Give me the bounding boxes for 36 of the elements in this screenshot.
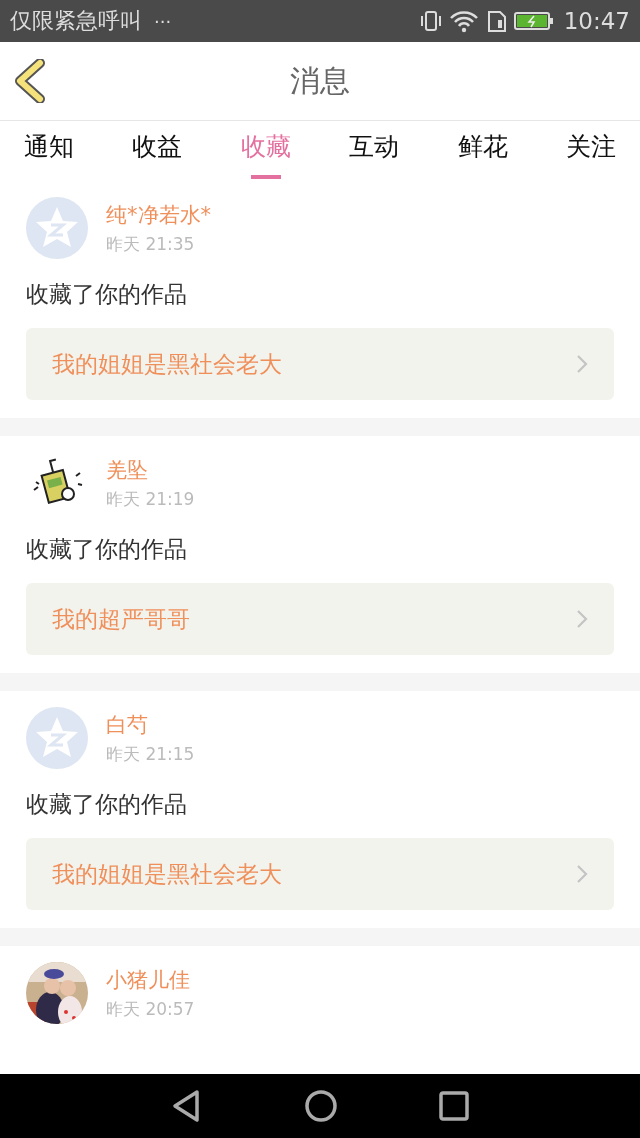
default-avatar-icon [26, 707, 88, 769]
chevron-right-icon [576, 354, 588, 374]
clock-text: 10:47 [563, 8, 630, 34]
tab[interactable]: 关注 [553, 121, 628, 179]
tab[interactable]: 通知 [12, 121, 86, 179]
page-title: 消息 [290, 61, 350, 100]
tab[interactable]: 鲜花 [445, 121, 520, 179]
wifi-icon [447, 9, 480, 33]
chevron-right-icon [576, 864, 588, 884]
tab[interactable]: 收益 [120, 121, 195, 179]
action-text: 收藏了你的作品 [26, 535, 188, 564]
recents-icon[interactable] [439, 1091, 470, 1121]
user-name[interactable]: 羌坠 [106, 455, 195, 484]
action-text: 收藏了你的作品 [26, 790, 188, 819]
user-name[interactable]: 白芍 [106, 710, 195, 739]
tab[interactable]: 收藏 [228, 121, 303, 179]
timestamp: 昨天 21:15 [106, 742, 195, 766]
work-link[interactable]: 我的姐姐是黑社会老大 [26, 838, 614, 910]
default-avatar-icon [26, 197, 88, 259]
timestamp: 昨天 21:35 [106, 232, 196, 256]
work-link[interactable]: 我的超严哥哥 [26, 583, 614, 655]
sim-card-icon [485, 9, 508, 33]
action-text: 收藏了你的作品 [26, 280, 188, 309]
chevron-right-icon [576, 609, 588, 629]
timestamp: 昨天 21:19 [106, 487, 195, 511]
work-link[interactable]: 我的姐姐是黑社会老大 [26, 328, 614, 400]
carrier-text: 仅限紧急呼叫 [10, 7, 142, 35]
more-text: ··· [154, 10, 172, 32]
user-name[interactable]: 小猪儿佳 [106, 965, 195, 994]
tab[interactable]: 互动 [337, 121, 412, 179]
home-icon[interactable] [304, 1089, 338, 1123]
battery-icon [513, 9, 554, 33]
user-name[interactable]: 纯*净若水* [106, 200, 211, 229]
vibrate-icon [419, 9, 442, 33]
back-chevron-icon [14, 59, 46, 103]
timestamp: 昨天 20:57 [106, 997, 195, 1021]
